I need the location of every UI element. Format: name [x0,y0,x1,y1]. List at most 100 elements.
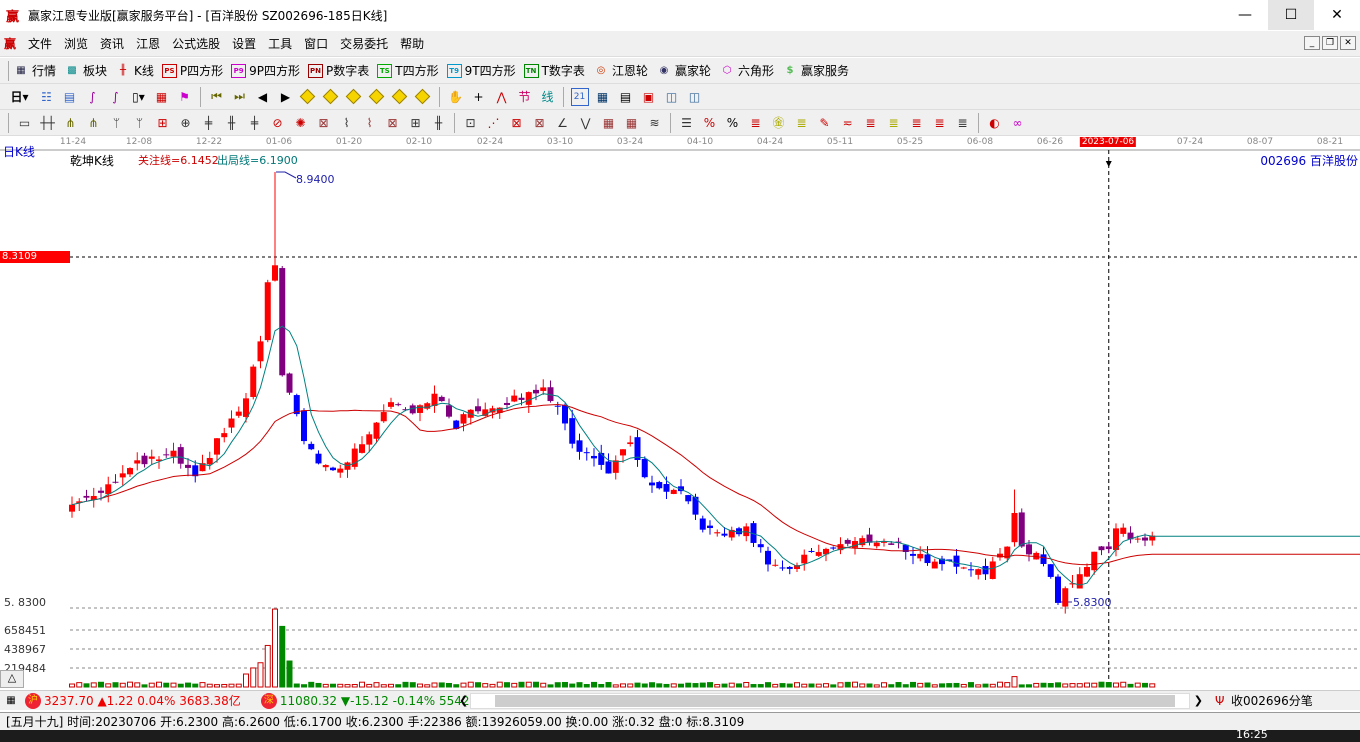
drawing-tool-38-icon[interactable]: ≣ [862,114,880,132]
toolbar-winner-wheel-button[interactable]: ◉ 赢家轮 [656,62,711,79]
shrink-h-icon[interactable] [368,88,384,105]
mdi-restore-button[interactable]: ❐ [1322,36,1338,50]
drawing-tool-14-icon[interactable]: ⌇ [338,114,356,132]
notes-icon[interactable]: ▤ [61,88,79,106]
drawing-tool-36-icon[interactable]: ✎ [816,114,834,132]
indicator3-icon[interactable]: ∫ [84,88,102,106]
period-dropdown[interactable]: 日 ▾ [7,88,33,106]
drawing-tool-37-icon[interactable]: ≂ [839,114,857,132]
drawing-tool-23-icon[interactable]: ⊠ [531,114,549,132]
minimize-button[interactable]: — [1222,0,1268,30]
drawing-tool-13-icon[interactable]: ⊠ [315,114,333,132]
crosshair-icon[interactable]: + [470,88,488,106]
menu-item-7[interactable]: 窗口 [298,35,334,52]
zoom-h-icon[interactable] [345,88,361,105]
drawing-tool-20-icon[interactable]: ⊡ [462,114,480,132]
last-icon[interactable]: ⏭ [231,88,249,106]
drawing-tool-3-icon[interactable]: ⋔ [85,114,103,132]
mdi-minimize-button[interactable]: _ [1304,36,1320,50]
quote-grid-icon[interactable]: ▦ [3,693,19,709]
horizontal-scrollbar[interactable]: ❮ ❯ [459,693,1203,709]
menu-item-8[interactable]: 交易委托 [334,35,394,52]
drawing-tool-0-icon[interactable]: ▭ [16,114,34,132]
expand-panel-button[interactable]: △ [0,670,24,688]
chart-canvas[interactable] [0,136,1360,688]
drawing-tool-34-icon[interactable]: ㊎ [770,114,788,132]
zoom-v-icon[interactable] [391,88,407,105]
drawing-tool-5-icon[interactable]: ᛘ [131,114,149,132]
drawing-tool-16-icon[interactable]: ⊠ [384,114,402,132]
drawing-tool-9-icon[interactable]: ╫ [223,114,241,132]
toolbar-quote-grid-button[interactable]: ▦ 行情 [13,62,56,79]
chart-style-icon[interactable]: ☷ [38,88,56,106]
drawing-tool-17-icon[interactable]: ⊞ [407,114,425,132]
save-icon[interactable]: ▣ [640,88,658,106]
drawing-tool-11-icon[interactable]: ⊘ [269,114,287,132]
prev-icon[interactable]: ◀ [254,88,272,106]
toolbar-pn-button[interactable]: PN P数字表 [308,62,369,79]
drawing-tool-22-icon[interactable]: ⊠ [508,114,526,132]
toolbar-hexagon-button[interactable]: ⬡ 六角形 [719,62,774,79]
calendar-icon[interactable]: 21 [570,87,589,106]
toolbar-dollar-button[interactable]: $ 赢家服务 [782,62,850,79]
menu-item-2[interactable]: 资讯 [94,35,130,52]
sh-index[interactable]: 3237.70 ▲1.22 0.04% 3683.38亿 [44,692,241,709]
drawing-tool-12-icon[interactable]: ✺ [292,114,310,132]
scroll-right-icon[interactable]: ❯ [1194,694,1203,707]
menu-item-6[interactable]: 工具 [262,35,298,52]
indicator9-icon[interactable]: ∫ [107,88,125,106]
drawing-tool-21-icon[interactable]: ⋰ [485,114,503,132]
maximize-button[interactable]: ☐ [1268,0,1314,30]
kline-chart[interactable]: 日K线 乾坤K线 关注线=6.1452 出局线=6.1900 002696 百洋… [0,136,1360,688]
calculator-icon[interactable]: ▦ [594,88,612,106]
drawing-tool-32-icon[interactable]: % [724,114,742,132]
drawing-tool-31-icon[interactable]: % [701,114,719,132]
scrollbar-thumb[interactable] [495,695,1175,707]
toolbar-t9-button[interactable]: T9 9T四方形 [446,62,516,79]
drawing-tool-39-icon[interactable]: ≣ [885,114,903,132]
document-icon[interactable]: ▤ [617,88,635,106]
next-icon[interactable]: ▶ [277,88,295,106]
tick-data-label[interactable]: 收002696分笔 [1231,692,1313,709]
drawing-tool-1-icon[interactable]: ┼┼ [39,114,57,132]
menu-item-9[interactable]: 帮助 [394,35,430,52]
drawing-tool-24-icon[interactable]: ∠ [554,114,572,132]
toolbar-kline-button[interactable]: ╫ K线 [115,62,154,79]
network-icon[interactable]: ◫ [663,88,681,106]
toolbar-tn-button[interactable]: TN T数字表 [523,62,585,79]
menu-item-0[interactable]: 文件 [22,35,58,52]
drawing-tool-8-icon[interactable]: ╪ [200,114,218,132]
toolbar-gann-wheel-button[interactable]: ◎ 江恩轮 [593,62,648,79]
menu-item-1[interactable]: 浏览 [58,35,94,52]
drawing-tool-33-icon[interactable]: ≣ [747,114,765,132]
move-right-icon[interactable] [322,88,338,105]
drawing-tool-30-icon[interactable]: ☰ [678,114,696,132]
drawing-tool-25-icon[interactable]: ⋁ [577,114,595,132]
drawing-tool-2-icon[interactable]: ⋔ [62,114,80,132]
toolbar-sector-blocks-button[interactable]: ▩ 板块 [64,62,107,79]
mdi-close-button[interactable]: ✕ [1340,36,1356,50]
drawing-tool-28-icon[interactable]: ≋ [646,114,664,132]
hand-icon[interactable]: ✋ [447,88,465,106]
move-left-icon[interactable] [299,88,315,105]
drawing-tool-27-icon[interactable]: ▦ [623,114,641,132]
lines-icon[interactable]: 线 [539,88,557,106]
scroll-left-icon[interactable]: ❮ [459,694,468,707]
toolbar-ts-button[interactable]: TS T四方形 [377,62,439,79]
shrink-v-icon[interactable] [414,88,430,105]
menu-item-5[interactable]: 设置 [226,35,262,52]
chart-icon[interactable]: ▦ [153,88,171,106]
drawing-tool-26-icon[interactable]: ▦ [600,114,618,132]
section-icon[interactable]: 节 [516,88,534,106]
menu-item-3[interactable]: 江恩 [130,35,166,52]
drawing-tool-18-icon[interactable]: ╫ [430,114,448,132]
drawing-tool-45-icon[interactable]: ∞ [1009,114,1027,132]
close-button[interactable]: ✕ [1314,0,1360,30]
drawing-tool-35-icon[interactable]: ≣ [793,114,811,132]
first-icon[interactable]: ⏮ [208,88,226,106]
menu-item-4[interactable]: 公式选股 [166,35,226,52]
line-draw-icon[interactable]: ⋀ [493,88,511,106]
toolbar-ps-button[interactable]: PS P四方形 [161,62,223,79]
toolbar-p9-button[interactable]: P9 9P四方形 [231,62,300,79]
drawing-tool-44-icon[interactable]: ◐ [986,114,1004,132]
